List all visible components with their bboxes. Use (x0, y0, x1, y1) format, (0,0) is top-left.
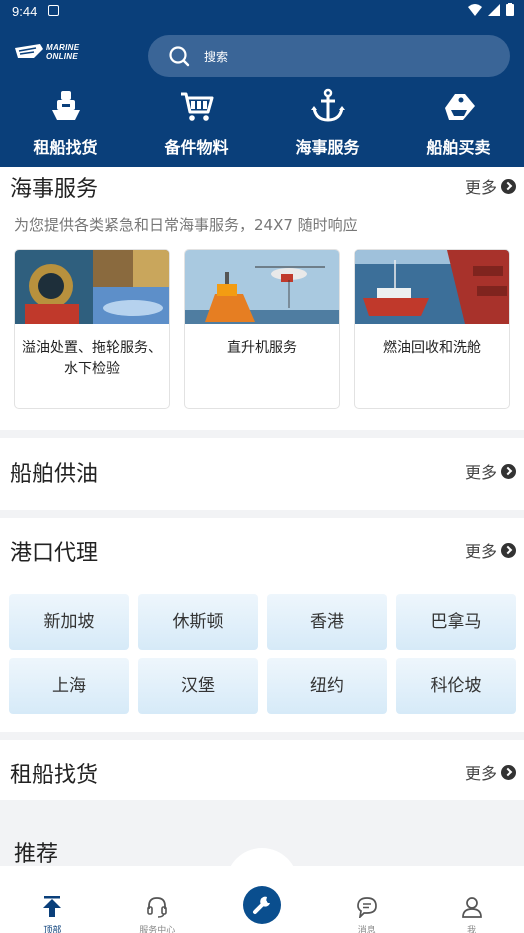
wrench-icon (253, 896, 270, 914)
nav-label: 海事服务 (295, 138, 360, 157)
marine-online-logo[interactable]: MARINE ONLINE (14, 40, 88, 64)
status-bar: 9:44 (0, 0, 524, 24)
port-houston[interactable]: 休斯顿 (138, 594, 258, 650)
section-title: 船舶供油 (10, 462, 99, 487)
tab-top[interactable]: 顶部 (0, 866, 105, 933)
section-title: 港口代理 (10, 541, 99, 566)
chevron-right-icon (501, 463, 516, 479)
chevron-right-icon (501, 178, 516, 194)
wifi-icon (468, 3, 482, 16)
more-button[interactable]: 更多 (465, 538, 516, 562)
tab-me[interactable]: 我 (419, 866, 524, 933)
more-button[interactable]: 更多 (465, 760, 516, 784)
service-image (355, 250, 509, 324)
headset-icon (147, 897, 167, 918)
service-card-helicopter[interactable]: 直升机服务 (184, 249, 340, 409)
port-colombo[interactable]: 科伦坡 (396, 658, 516, 714)
service-card-oil-spill[interactable]: 溢油处置、拖轮服务、水下检验 (14, 249, 170, 409)
more-button[interactable]: 更多 (465, 174, 516, 198)
chevron-right-icon (501, 542, 516, 558)
chat-icon (356, 897, 377, 920)
port-singapore[interactable]: 新加坡 (9, 594, 129, 650)
recommend-title: 推荐 (14, 842, 59, 867)
ship-logo-icon (15, 44, 43, 58)
service-caption: 溢油处置、拖轮服务、水下检验 (22, 340, 162, 377)
nav-spare-parts[interactable]: 备件物料 (131, 86, 262, 158)
nav-label: 船舶买卖 (426, 138, 491, 157)
bunkering-section: 船舶供油 更多 (0, 438, 524, 510)
ship-tag-icon (444, 94, 475, 120)
port-hong-kong[interactable]: 香港 (267, 594, 387, 650)
nav-chartering[interactable]: 租船找货 (0, 86, 131, 158)
service-image (185, 250, 339, 324)
notification-icon (48, 5, 59, 16)
more-button[interactable]: 更多 (465, 459, 516, 483)
service-caption: 直升机服务 (227, 340, 297, 356)
tab-service-center[interactable]: 服务中心 (105, 866, 210, 933)
service-image (15, 250, 169, 324)
chartering-section: 租船找货 更多 (0, 740, 524, 800)
status-time: 9:44 (12, 4, 38, 19)
nav-marine-services[interactable]: 海事服务 (262, 86, 393, 158)
user-icon (461, 897, 482, 918)
cart-icon (180, 92, 213, 121)
port-hamburg[interactable]: 汉堡 (138, 658, 258, 714)
section-title: 海事服务 (10, 177, 99, 202)
port-agency-section: 港口代理 更多 新加坡 休斯顿 香港 巴拿马 上海 汉堡 纽约 科伦坡 (0, 518, 524, 732)
header: 9:44 MARINE ONLINE 搜索 租船找货 备件物料 海事服务 船舶买… (0, 0, 524, 167)
nav-label: 备件物料 (164, 138, 229, 157)
service-card-fuel-recovery[interactable]: 燃油回收和洗舱 (354, 249, 510, 409)
search-bar[interactable]: 搜索 (148, 35, 510, 77)
marine-services-section: 海事服务 更多 为您提供各类紧急和日常海事服务，24X7 随时响应 溢油处置、拖… (0, 167, 524, 430)
ship-cargo-icon (51, 91, 80, 120)
battery-icon (506, 3, 514, 16)
port-shanghai[interactable]: 上海 (9, 658, 129, 714)
nav-label: 租船找货 (33, 138, 98, 157)
nav-ship-trading[interactable]: 船舶买卖 (393, 86, 524, 158)
section-title: 租船找货 (10, 763, 99, 788)
anchor-icon (310, 88, 345, 122)
tab-messages[interactable]: 消息 (314, 866, 419, 933)
service-fab-button[interactable] (243, 886, 281, 924)
port-panama[interactable]: 巴拿马 (396, 594, 516, 650)
search-placeholder: 搜索 (204, 50, 229, 64)
section-subtitle: 为您提供各类紧急和日常海事服务，24X7 随时响应 (14, 216, 358, 234)
service-caption: 燃油回收和洗舱 (383, 340, 481, 356)
search-icon (169, 46, 190, 67)
chevron-right-icon (501, 764, 516, 780)
top-nav: 租船找货 备件物料 海事服务 船舶买卖 (0, 86, 524, 158)
signal-icon (488, 3, 500, 16)
port-new-york[interactable]: 纽约 (267, 658, 387, 714)
arrow-up-icon (43, 896, 62, 917)
